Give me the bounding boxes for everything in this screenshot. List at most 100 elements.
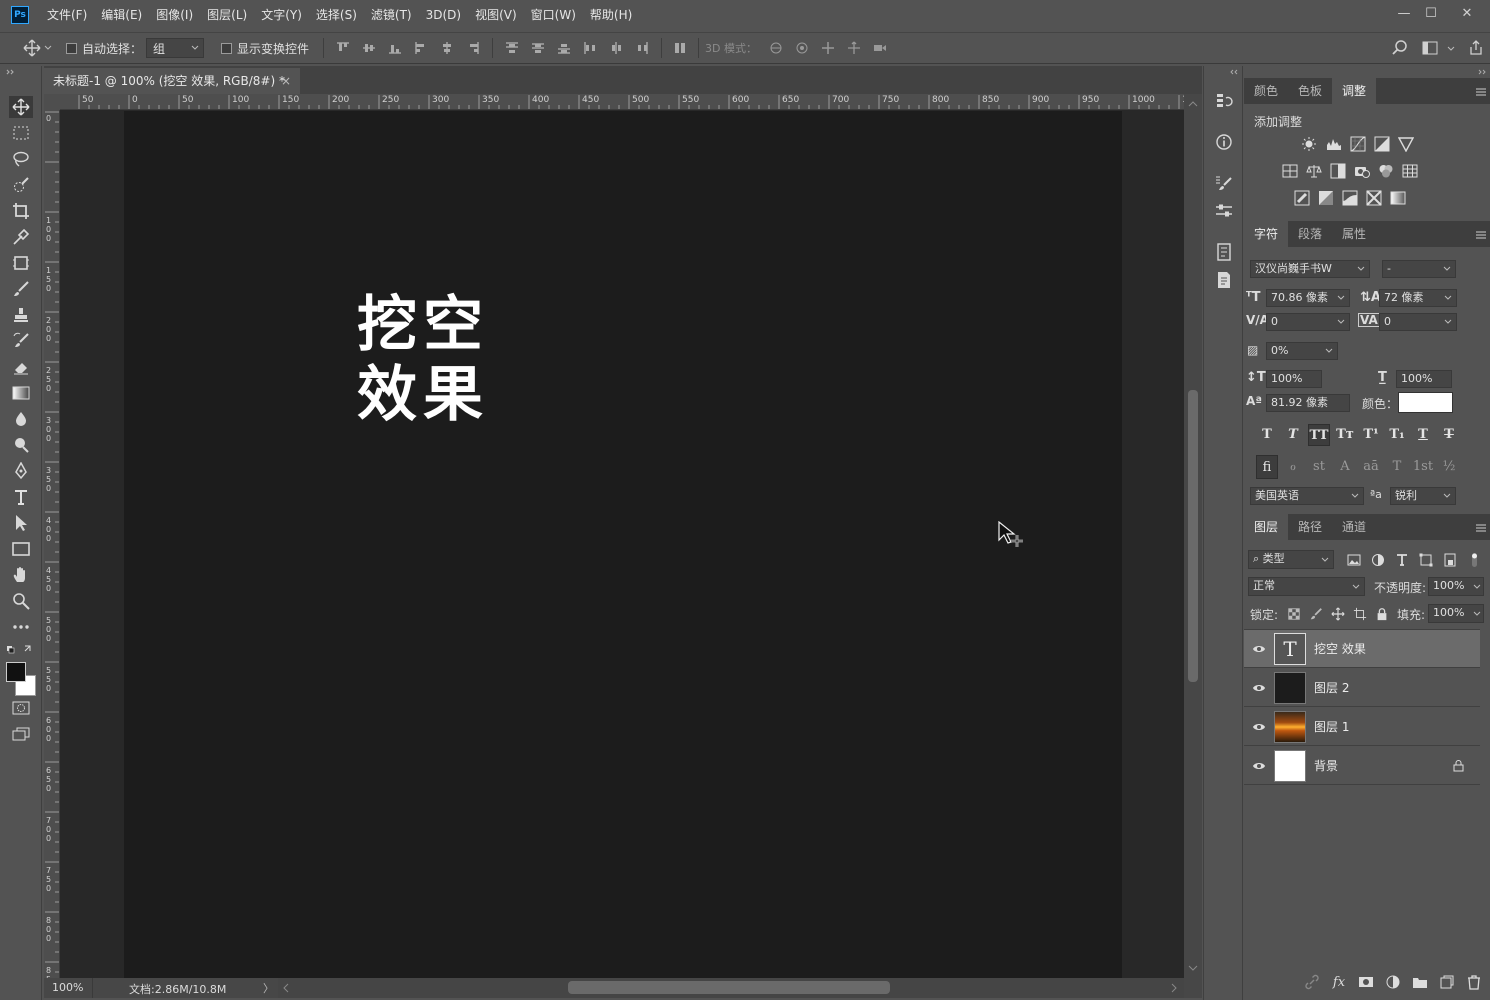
- language-dropdown[interactable]: 美国英语: [1250, 487, 1364, 505]
- distribute-hcenter-icon[interactable]: [603, 36, 629, 60]
- scroll-up-icon[interactable]: [1188, 100, 1198, 108]
- black-white-icon[interactable]: [1328, 161, 1348, 181]
- dodge-tool-icon[interactable]: [9, 434, 33, 456]
- font-style-dropdown[interactable]: -: [1382, 260, 1456, 278]
- color-balance-icon[interactable]: [1304, 161, 1324, 181]
- horizontal-ruler[interactable]: 50 0 50 100 150 200 250 300 350 400 450 500 550 600 65…: [60, 94, 1184, 110]
- menu-item[interactable]: 编辑(E): [94, 0, 149, 30]
- layer-name[interactable]: 挖空 效果: [1314, 640, 1366, 657]
- menu-item[interactable]: 视图(V): [468, 0, 524, 30]
- menu-item[interactable]: 图层(L): [200, 0, 254, 30]
- layer-row[interactable]: 背景: [1244, 747, 1480, 785]
- panel-tab[interactable]: 图层: [1244, 514, 1289, 540]
- contextual-alternates-button[interactable]: ℴ: [1282, 455, 1304, 479]
- distribute-left-icon[interactable]: [577, 36, 603, 60]
- tracking-field[interactable]: 0: [1379, 313, 1457, 331]
- canvas-text-layer[interactable]: 挖空 效果: [357, 290, 507, 430]
- quick-mask-icon[interactable]: [9, 697, 33, 719]
- menu-item[interactable]: 滤镜(T): [364, 0, 419, 30]
- document-tab[interactable]: 未标题-1 @ 100% (挖空 效果, RGB/8#) * ×: [44, 68, 300, 94]
- invert-icon[interactable]: [1292, 188, 1312, 208]
- text-color-swatch[interactable]: [1398, 392, 1453, 413]
- panel-tab[interactable]: 色板: [1288, 78, 1332, 104]
- menu-item[interactable]: 文字(Y): [254, 0, 309, 30]
- posterize-icon[interactable]: [1316, 188, 1336, 208]
- lock-position-icon[interactable]: [1328, 604, 1348, 624]
- baseline-shift-field[interactable]: 81.92 像素: [1266, 394, 1350, 412]
- font-family-dropdown[interactable]: 汉仪尚巍手书W: [1250, 260, 1370, 278]
- panel-tab[interactable]: 调整: [1332, 78, 1377, 104]
- quick-select-tool-icon[interactable]: [9, 174, 33, 196]
- mask-icon[interactable]: [1356, 971, 1376, 993]
- brightness-icon[interactable]: [1299, 134, 1319, 154]
- layer-row[interactable]: 图层 1: [1244, 708, 1480, 746]
- threshold-icon[interactable]: [1340, 188, 1360, 208]
- visibility-eye-icon[interactable]: [1244, 644, 1274, 654]
- scroll-left-icon[interactable]: [282, 983, 290, 993]
- selective-color-icon[interactable]: [1364, 188, 1384, 208]
- panel-menu-icon[interactable]: [1476, 523, 1486, 533]
- eyedropper-tool-icon[interactable]: [9, 226, 33, 248]
- channel-mixer-icon[interactable]: [1376, 161, 1396, 181]
- menu-item[interactable]: 3D(D): [419, 0, 468, 30]
- vertical-ruler[interactable]: 0 100 150 200 250 300 350 400 450 500 550 600 650 700…: [44, 110, 60, 978]
- align-left-icon[interactable]: [408, 36, 434, 60]
- ordinals-button[interactable]: 1st: [1412, 455, 1434, 479]
- lock-paint-icon[interactable]: [1306, 604, 1326, 624]
- auto-align-icon[interactable]: [668, 36, 692, 60]
- fx-icon[interactable]: fx: [1329, 971, 1349, 993]
- align-hcenter-icon[interactable]: [434, 36, 460, 60]
- layer-name[interactable]: 图层 1: [1314, 718, 1349, 735]
- horizontal-scroll-thumb[interactable]: [568, 981, 890, 994]
- horizontal-scrollbar[interactable]: [278, 978, 1184, 998]
- align-top-icon[interactable]: [330, 36, 356, 60]
- lasso-tool-icon[interactable]: [9, 148, 33, 170]
- filter-toggle-icon[interactable]: [1464, 550, 1484, 570]
- layer-row[interactable]: 图层 2: [1244, 669, 1480, 707]
- swash-button[interactable]: A: [1334, 455, 1356, 479]
- hue-sat-icon[interactable]: [1280, 161, 1300, 181]
- eraser-tool-icon[interactable]: [9, 356, 33, 378]
- strikethrough-button[interactable]: T: [1438, 424, 1460, 446]
- zoom-level[interactable]: 100%: [52, 981, 83, 994]
- fractions-button[interactable]: ½: [1438, 455, 1460, 479]
- foreground-color-swatch[interactable]: [6, 662, 26, 682]
- ligatures-button[interactable]: fi: [1256, 455, 1278, 479]
- pen-tool-icon[interactable]: [9, 460, 33, 482]
- align-vcenter-icon[interactable]: [356, 36, 382, 60]
- patch-tool-icon[interactable]: [9, 252, 33, 274]
- rectangle-tool-icon[interactable]: [9, 538, 33, 560]
- move-tool-preset-icon[interactable]: [20, 36, 44, 60]
- history-brush-tool-icon[interactable]: [9, 330, 33, 352]
- titling-button[interactable]: T: [1386, 455, 1408, 479]
- chevron-down-icon[interactable]: [44, 44, 52, 52]
- panel-tab[interactable]: 字符: [1244, 221, 1289, 247]
- exposure-icon[interactable]: [1372, 134, 1392, 154]
- brush-tool-icon[interactable]: [9, 278, 33, 300]
- paragraph-panel-icon[interactable]: [1212, 269, 1236, 291]
- hand-tool-icon[interactable]: [9, 564, 33, 586]
- trash-icon[interactable]: [1464, 971, 1484, 993]
- panel-menu-icon[interactable]: [1476, 230, 1486, 240]
- show-transform-checkbox[interactable]: [221, 42, 233, 54]
- link-icon[interactable]: [1302, 971, 1322, 993]
- visibility-eye-icon[interactable]: [1244, 761, 1274, 771]
- document-canvas[interactable]: [124, 111, 1122, 978]
- kerning-field[interactable]: 0: [1266, 313, 1350, 331]
- layer-name[interactable]: 图层 2: [1314, 679, 1349, 696]
- marquee-tool-icon[interactable]: [9, 122, 33, 144]
- more-tools-icon[interactable]: [9, 616, 33, 638]
- auto-select-checkbox[interactable]: [66, 42, 77, 54]
- all-caps-button[interactable]: TT: [1308, 424, 1330, 446]
- font-size-field[interactable]: 70.86 像素: [1266, 289, 1350, 307]
- blend-mode-dropdown[interactable]: 正常: [1248, 577, 1365, 596]
- antialias-dropdown[interactable]: 锐利: [1390, 487, 1456, 505]
- tsume-field[interactable]: 0%: [1266, 342, 1338, 360]
- small-caps-button[interactable]: Tт: [1334, 424, 1356, 446]
- opacity-field[interactable]: 100%: [1428, 577, 1484, 596]
- layer-filter-dropdown[interactable]: ⌕ 类型: [1248, 550, 1334, 569]
- visibility-eye-icon[interactable]: [1244, 683, 1274, 693]
- brush-settings-icon[interactable]: [1212, 172, 1236, 194]
- orbit-3d-icon[interactable]: [763, 36, 789, 60]
- close-tab-button[interactable]: ×: [281, 68, 291, 94]
